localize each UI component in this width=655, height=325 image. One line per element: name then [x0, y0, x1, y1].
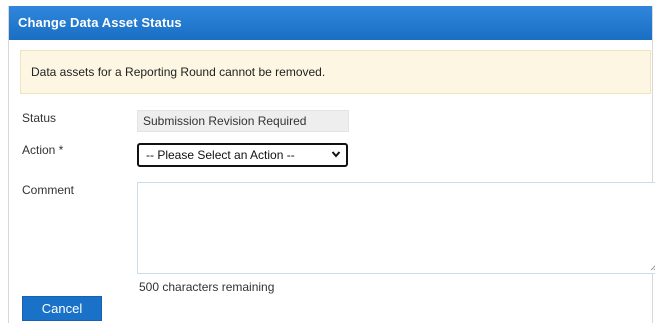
action-label: Action * [22, 143, 64, 157]
resize-grip-icon[interactable] [649, 262, 655, 271]
action-select[interactable]: -- Please Select an Action -- [137, 143, 348, 167]
comment-textarea[interactable] [137, 182, 655, 274]
chars-remaining: 500 characters remaining [139, 280, 275, 294]
action-select-value: -- Please Select an Action -- [146, 148, 295, 162]
info-notice: Data assets for a Reporting Round cannot… [20, 50, 651, 94]
status-value: Submission Revision Required [137, 110, 349, 132]
cancel-button[interactable]: Cancel [22, 296, 102, 321]
dialog-title: Change Data Asset Status [9, 6, 652, 40]
change-status-dialog: Change Data Asset Status Data assets for… [8, 6, 655, 323]
chevron-down-icon [331, 151, 341, 158]
status-label: Status [22, 111, 57, 125]
comment-label: Comment [22, 183, 75, 197]
